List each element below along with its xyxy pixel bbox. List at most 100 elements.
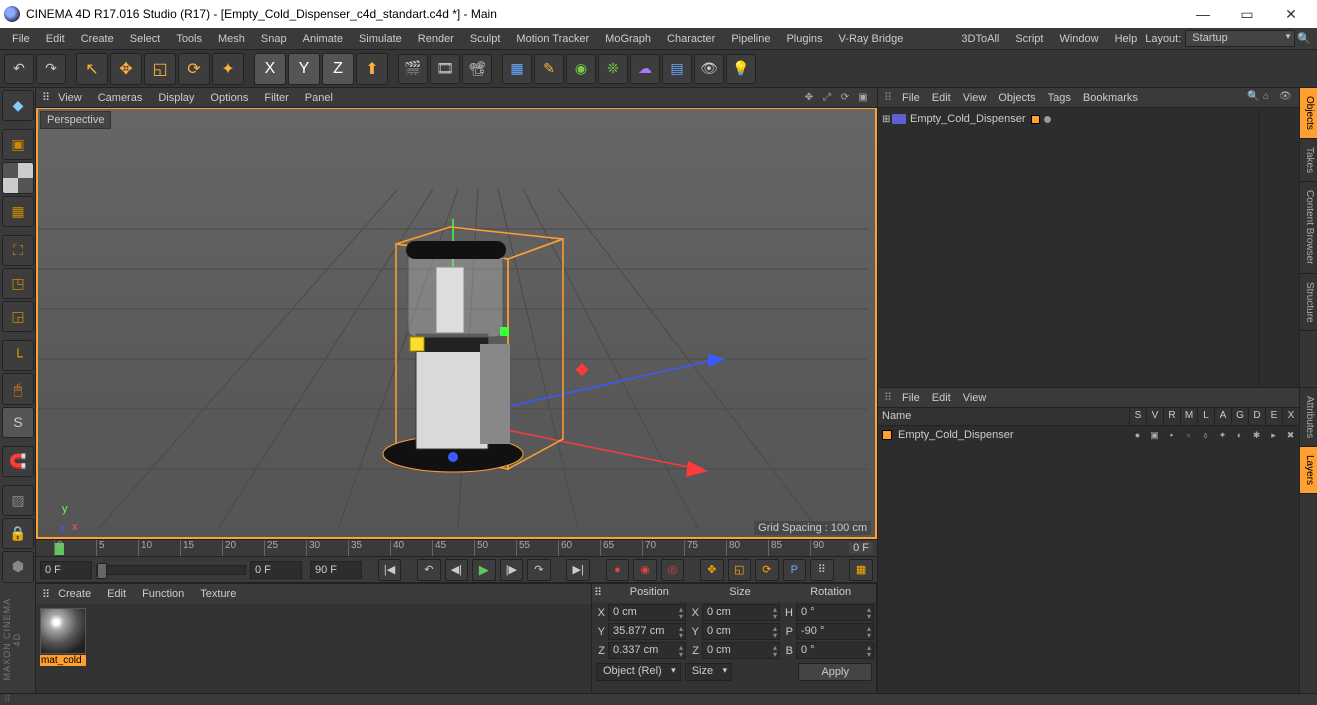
last-tool[interactable]: ✦ (212, 53, 244, 85)
menu-motion-tracker[interactable]: Motion Tracker (508, 30, 597, 48)
objmenu-edit[interactable]: Edit (926, 90, 957, 106)
menu-window[interactable]: Window (1051, 30, 1106, 48)
goto-start-button[interactable]: |◀ (378, 559, 402, 581)
grip-icon[interactable]: ⠿ (42, 91, 50, 104)
layer-flag-icon[interactable]: ▣ (1146, 430, 1163, 441)
objmgr-search-icon[interactable]: 🔍 (1247, 91, 1261, 105)
play-button[interactable]: ▶ (472, 559, 496, 581)
layermenu-file[interactable]: File (896, 390, 926, 406)
layer-color-swatch[interactable] (882, 430, 892, 440)
grip-icon[interactable]: ⠿ (592, 584, 604, 602)
add-scene-button[interactable]: 💡 (726, 54, 756, 84)
layer-table[interactable]: Name S V R M L A G D E X (878, 408, 1299, 693)
autokey-button[interactable]: ◉ (633, 559, 657, 581)
add-light-button[interactable]: 👁 (694, 54, 724, 84)
menu-sculpt[interactable]: Sculpt (462, 30, 509, 48)
layer-col-r[interactable]: R (1163, 408, 1180, 425)
layer-flag-icon[interactable]: ✖ (1282, 430, 1299, 441)
tab-objects[interactable]: Objects (1300, 88, 1317, 139)
snap-toggle-button[interactable]: S (2, 407, 34, 438)
layer-flag-icon[interactable]: ◐ (1231, 430, 1248, 440)
layer-col-g[interactable]: G (1231, 408, 1248, 425)
pos-x-field[interactable]: 0 cm▴▾ (608, 604, 686, 621)
menu-script[interactable]: Script (1007, 30, 1051, 48)
timeline-ruler[interactable]: 0 5 10 15 20 25 30 35 40 45 50 55 60 65 … (36, 539, 877, 557)
object-tree-item[interactable]: ⊞ Empty_Cold_Dispenser (882, 112, 1254, 126)
goto-end-button[interactable]: ▶| (566, 559, 590, 581)
menu-file[interactable]: File (4, 30, 38, 48)
maximize-button[interactable]: ▭ (1225, 0, 1269, 28)
x-axis-lock[interactable]: X (254, 53, 286, 85)
viewport-zoom-icon[interactable]: ⤢ (819, 90, 835, 106)
workplane-button[interactable]: ▨ (2, 485, 34, 516)
move-tool[interactable]: ✥ (110, 53, 142, 85)
pos-z-field[interactable]: 0.337 cm▴▾ (608, 642, 686, 659)
menu-3dtoall[interactable]: 3DToAll (953, 30, 1007, 48)
menu-mograph[interactable]: MoGraph (597, 30, 659, 48)
viewport-solo-button[interactable]: 🖱 (2, 373, 34, 404)
polygon-mode-button[interactable]: ◲ (2, 301, 34, 332)
minimize-button[interactable]: — (1181, 0, 1225, 28)
rot-b-field[interactable]: 0 °▴▾ (796, 642, 874, 659)
size-mode-select[interactable]: Size (685, 663, 732, 681)
key-pla-button[interactable]: ⠿ (810, 559, 834, 581)
texture-mode-button[interactable] (2, 162, 34, 193)
rot-p-field[interactable]: -90 °▴▾ (796, 623, 874, 640)
make-editable-button[interactable]: ◆ (2, 90, 34, 121)
render-view-button[interactable]: 🎬 (398, 54, 428, 84)
visibility-dot-icon[interactable] (1044, 116, 1051, 123)
pos-y-field[interactable]: 35.877 cm▴▾ (608, 623, 686, 640)
planar-workplane-button[interactable]: ⬢ (2, 551, 34, 582)
layout-select[interactable]: Startup (1185, 30, 1295, 47)
grip-icon[interactable]: ⠿ (42, 588, 50, 601)
menu-select[interactable]: Select (122, 30, 169, 48)
current-frame-field[interactable] (250, 561, 302, 579)
menu-help[interactable]: Help (1107, 30, 1146, 48)
next-key-button[interactable]: ↷ (527, 559, 551, 581)
menu-mesh[interactable]: Mesh (210, 30, 253, 48)
grip-icon[interactable]: ⠿ (884, 391, 896, 404)
size-x-field[interactable]: 0 cm▴▾ (702, 604, 780, 621)
layer-col-s[interactable]: S (1129, 408, 1146, 425)
layer-flag-icon[interactable]: ▪ (1163, 430, 1180, 440)
model-mode-button[interactable]: ▣ (2, 129, 34, 160)
add-generator-button[interactable]: ◉ (566, 54, 596, 84)
range-start-field[interactable] (40, 561, 92, 579)
tab-content-browser[interactable]: Content Browser (1300, 182, 1317, 273)
layer-col-a[interactable]: A (1214, 408, 1231, 425)
add-deformer-button[interactable]: ❊ (598, 54, 628, 84)
layer-row[interactable]: Empty_Cold_Dispenser ● ▣ ▪ ▫ ⬨ ✦ ◐ ✱ ▸ ✖ (878, 426, 1299, 444)
menu-create[interactable]: Create (73, 30, 122, 48)
menu-animate[interactable]: Animate (295, 30, 351, 48)
prev-key-button[interactable]: ↶ (417, 559, 441, 581)
coord-system-button[interactable]: ⬆ (356, 53, 388, 85)
matmenu-edit[interactable]: Edit (99, 586, 134, 602)
y-axis-lock[interactable]: Y (288, 53, 320, 85)
objmgr-eye-icon[interactable]: 👁 (1279, 91, 1293, 105)
layer-name[interactable]: Empty_Cold_Dispenser (896, 428, 1129, 442)
menu-render[interactable]: Render (410, 30, 462, 48)
viewport-pan-icon[interactable]: ✥ (801, 90, 817, 106)
layermenu-edit[interactable]: Edit (926, 390, 957, 406)
tab-structure[interactable]: Structure (1300, 274, 1317, 332)
viewmenu-filter[interactable]: Filter (256, 90, 296, 106)
object-tree[interactable]: ⊞ Empty_Cold_Dispenser (878, 108, 1299, 387)
objmenu-objects[interactable]: Objects (992, 90, 1041, 106)
tab-attributes[interactable]: Attributes (1300, 388, 1317, 447)
add-environment-button[interactable]: ☁ (630, 54, 660, 84)
point-mode-button[interactable]: ⛶ (2, 235, 34, 266)
add-spline-button[interactable]: ✎ (534, 54, 564, 84)
search-icon[interactable]: 🔍 (1295, 30, 1313, 47)
redo-button[interactable]: ↷ (36, 54, 66, 84)
layer-flag-icon[interactable]: ▸ (1265, 430, 1282, 441)
viewport-toggle-icon[interactable]: ▣ (855, 90, 871, 106)
objmgr-home-icon[interactable]: ⌂ (1263, 91, 1277, 105)
render-settings-button[interactable]: 🎞 (430, 54, 460, 84)
live-select-tool[interactable]: ↖ (76, 53, 108, 85)
object-name[interactable]: Empty_Cold_Dispenser (910, 113, 1026, 125)
close-button[interactable]: ✕ (1269, 0, 1313, 28)
material-thumb[interactable] (40, 608, 86, 654)
objmenu-tags[interactable]: Tags (1042, 90, 1077, 106)
material-name[interactable]: mat_cold (40, 655, 86, 666)
viewmenu-view[interactable]: View (50, 90, 90, 106)
